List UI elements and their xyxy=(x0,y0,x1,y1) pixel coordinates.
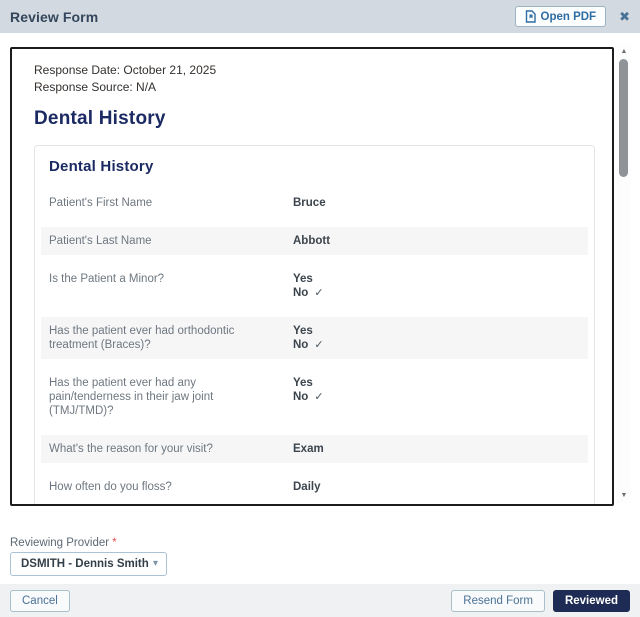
checkmark-icon: ✓ xyxy=(314,391,324,403)
dental-history-card: Dental History Patient's First Name Bruc… xyxy=(34,145,595,504)
answer-value: No ✓ xyxy=(293,287,324,299)
response-date: Response Date: October 21, 2025 xyxy=(34,63,217,77)
question-label: Is the Patient a Minor? xyxy=(49,273,165,285)
checkmark-icon: ✓ xyxy=(314,339,324,351)
reviewing-provider-label-text: Reviewing Provider xyxy=(10,537,110,549)
resend-form-button[interactable]: Resend Form xyxy=(451,589,545,612)
question-label: Has the patient ever had any pain/tender… xyxy=(49,377,214,417)
question-label: How often do you floss? xyxy=(49,481,172,493)
question-label: What's the reason for your visit? xyxy=(49,443,213,455)
answer-group: Yes No ✓ xyxy=(293,272,580,300)
titlebar-actions: Open PDF ✖ xyxy=(514,6,640,27)
answer-group: Abbott xyxy=(293,234,580,248)
qa-row: How often do you floss? Daily xyxy=(41,473,588,501)
scroll-down-icon[interactable]: ▼ xyxy=(617,491,631,501)
close-icon[interactable]: ✖ xyxy=(619,10,630,23)
answer-value: No ✓ xyxy=(293,339,324,351)
answer-value: Abbott xyxy=(293,235,331,247)
form-preview-container: Response Date: October 21, 2025 Response… xyxy=(10,47,614,506)
question-label: Patient's First Name xyxy=(49,197,153,209)
cancel-button[interactable]: Cancel xyxy=(10,589,70,612)
reviewed-button[interactable]: Reviewed xyxy=(552,589,630,612)
open-pdf-button[interactable]: Open PDF xyxy=(514,6,607,27)
dialog-footer: Cancel Resend Form Reviewed xyxy=(0,584,640,617)
card-title: Dental History xyxy=(49,158,154,175)
answer-group: Exam xyxy=(293,442,580,456)
chevron-down-icon: ▾ xyxy=(152,558,158,569)
form-page-title: Dental History xyxy=(34,108,166,129)
reviewing-provider-label: Reviewing Provider * xyxy=(10,537,117,549)
answer-value: Exam xyxy=(293,443,324,455)
qa-row: What's the reason for your visit? Exam xyxy=(41,435,588,463)
scrollbar[interactable]: ▲ ▼ xyxy=(617,45,631,503)
scroll-up-icon[interactable]: ▲ xyxy=(617,47,631,57)
answer-group: Yes No ✓ xyxy=(293,324,580,352)
qa-row: Patient's Last Name Abbott xyxy=(41,227,588,255)
open-pdf-label: Open PDF xyxy=(540,10,597,23)
answer-value: Bruce xyxy=(293,197,326,209)
qa-row: Is the Patient a Minor? Yes No ✓ xyxy=(41,265,588,307)
answer-value: No ✓ xyxy=(293,391,324,403)
scrollbar-thumb[interactable] xyxy=(619,59,628,177)
response-source: Response Source: N/A xyxy=(34,80,157,94)
answer-group: Bruce xyxy=(293,196,580,210)
answer-group: Daily xyxy=(293,480,580,494)
qa-rows: Patient's First Name Bruce Patient's Las… xyxy=(41,189,588,504)
checkmark-icon: ✓ xyxy=(314,287,324,299)
question-label: Patient's Last Name xyxy=(49,235,152,247)
form-content: Response Date: October 21, 2025 Response… xyxy=(12,49,612,504)
dialog-titlebar: Review Form Open PDF ✖ xyxy=(0,0,640,33)
answer-value: Yes xyxy=(293,273,313,285)
answer-value: Yes xyxy=(293,377,313,389)
qa-row: Has the patient ever had orthodontic tre… xyxy=(41,317,588,359)
question-label: Has the patient ever had orthodontic tre… xyxy=(49,325,235,351)
dialog-title: Review Form xyxy=(10,8,99,25)
qa-row: Patient's First Name Bruce xyxy=(41,189,588,217)
footer-right-actions: Resend Form Reviewed xyxy=(451,589,630,612)
required-marker: * xyxy=(112,537,117,549)
qa-row: Has the patient ever had any pain/tender… xyxy=(41,369,588,425)
answer-value: Daily xyxy=(293,481,321,493)
answer-value: Yes xyxy=(293,325,313,337)
reviewing-provider-select[interactable]: DSMITH - Dennis Smith ▾ xyxy=(10,552,167,576)
pdf-file-icon xyxy=(525,10,536,23)
reviewing-provider-value: DSMITH - Dennis Smith xyxy=(21,558,149,570)
answer-group: Yes No ✓ xyxy=(293,376,580,418)
